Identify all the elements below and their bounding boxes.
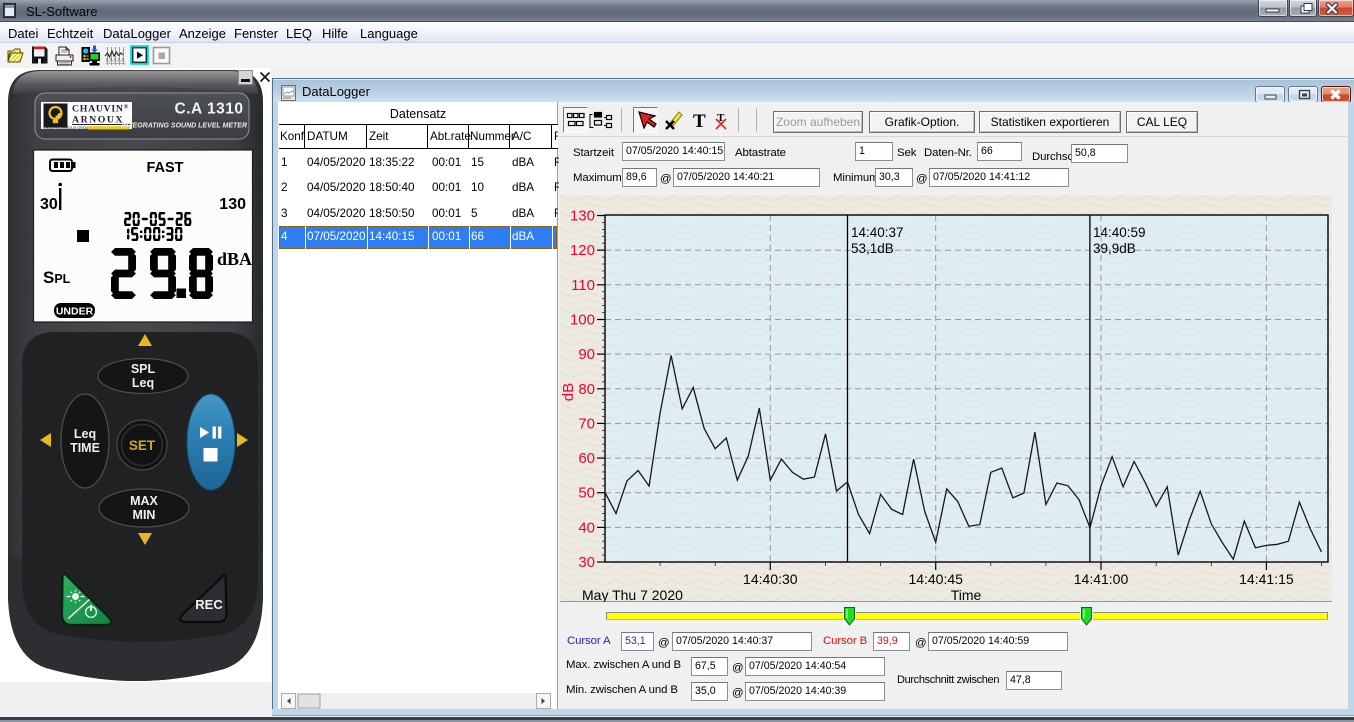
svg-text:CHAUVIN ARNOUX GROUP: CHAUVIN ARNOUX GROUP: [43, 126, 91, 130]
svg-text:14:41:00: 14:41:00: [1074, 571, 1129, 587]
svg-text:120: 120: [570, 242, 595, 259]
svg-text:dB: dB: [560, 383, 577, 401]
svg-text:70: 70: [578, 415, 595, 432]
svg-text:Leq: Leq: [74, 427, 96, 441]
svg-text:C.A 1310: C.A 1310: [175, 101, 244, 118]
svg-text:MAX: MAX: [130, 494, 158, 508]
svg-text:53,1dB: 53,1dB: [851, 241, 894, 256]
svg-text:Leq: Leq: [132, 376, 154, 390]
svg-text:100: 100: [570, 312, 595, 329]
svg-text:TIME: TIME: [70, 441, 100, 455]
svg-text:30: 30: [40, 196, 58, 213]
svg-text:14:40:45: 14:40:45: [908, 571, 963, 587]
svg-text:MIN: MIN: [133, 508, 156, 522]
svg-text:130: 130: [219, 196, 246, 213]
svg-text:May Thu 7 2020: May Thu 7 2020: [582, 587, 683, 602]
svg-text:90: 90: [578, 346, 595, 363]
svg-text:14:41:15: 14:41:15: [1239, 571, 1294, 587]
svg-text:39,9dB: 39,9dB: [1093, 241, 1136, 256]
svg-text:40: 40: [578, 519, 595, 536]
svg-text:INTEGRATING SOUND LEVEL METER: INTEGRATING SOUND LEVEL METER: [121, 123, 247, 130]
svg-text:dBA: dBA: [217, 249, 252, 269]
svg-text:CHAUVIN®: CHAUVIN®: [72, 104, 129, 115]
svg-text:UNDER: UNDER: [56, 306, 94, 318]
svg-text:110: 110: [571, 277, 595, 294]
svg-text:14:40:30: 14:40:30: [743, 571, 798, 587]
svg-text:130: 130: [570, 208, 595, 225]
svg-text:ARNOUX: ARNOUX: [72, 115, 124, 126]
svg-text:14:40:59: 14:40:59: [1093, 225, 1146, 240]
svg-text:FAST: FAST: [146, 160, 183, 176]
svg-text:60: 60: [578, 450, 595, 467]
svg-text:80: 80: [578, 381, 595, 398]
svg-text:50: 50: [578, 485, 595, 502]
svg-text:30: 30: [578, 554, 595, 571]
svg-text:14:40:37: 14:40:37: [851, 225, 904, 240]
svg-text:Time: Time: [951, 587, 982, 602]
svg-text:SET: SET: [129, 438, 156, 453]
svg-text:REC: REC: [195, 597, 223, 612]
svg-text:T: T: [693, 111, 706, 132]
svg-text:SPL: SPL: [131, 362, 156, 376]
